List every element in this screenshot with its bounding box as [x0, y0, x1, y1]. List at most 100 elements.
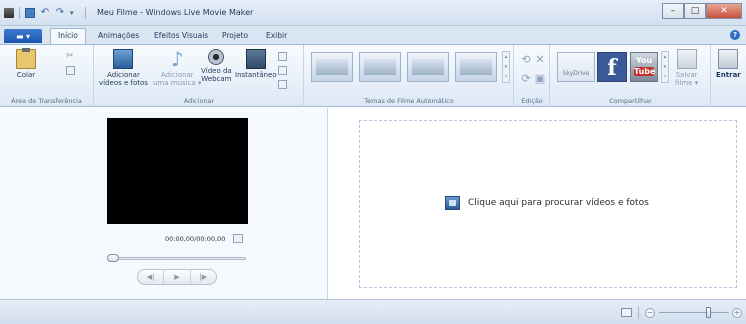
- rotate-left-icon[interactable]: ⟲: [520, 54, 532, 66]
- browse-media-prompt[interactable]: Clique aqui para procurar vídeos e fotos: [445, 196, 649, 210]
- youtube-icon-top: You: [635, 56, 653, 65]
- youtube-icon-bottom: Tube: [634, 67, 656, 76]
- save-movie-label-2: filme: [675, 79, 693, 87]
- app-menu-button[interactable]: ▬ ▾: [4, 29, 42, 43]
- copy-icon[interactable]: [66, 66, 75, 75]
- add-music-label-2: uma música: [153, 79, 196, 87]
- webcam-label-2: Webcam: [201, 75, 232, 83]
- webcam-video-button[interactable]: Vídeo da Webcam: [201, 49, 232, 83]
- help-icon[interactable]: ?: [730, 30, 740, 40]
- skydrive-label: SkyDrive: [562, 70, 590, 77]
- group-edit: ⟲ ✕ ⟳ ▣ Edição: [515, 45, 550, 107]
- save-movie-button[interactable]: Salvar filme ▾: [675, 49, 698, 87]
- paste-button[interactable]: Colar: [16, 48, 36, 79]
- zoom-in-button[interactable]: +: [732, 308, 742, 318]
- add-videos-photos-button[interactable]: Adicionar vídeos e fotos: [99, 49, 148, 87]
- tab-efeitos-visuais[interactable]: Efeitos Visuais: [154, 31, 208, 40]
- add-music-button[interactable]: ♪ Adicionar uma música ▾: [153, 49, 202, 87]
- facebook-icon: f: [607, 55, 617, 81]
- undo-icon[interactable]: ↶: [40, 8, 50, 18]
- quick-access-toolbar: ↶ ↷ ▾: [4, 6, 86, 20]
- save-movie-icon: [676, 49, 697, 69]
- caption-icon[interactable]: [278, 66, 287, 75]
- storyboard-drop-zone[interactable]: Clique aqui para procurar vídeos e fotos: [359, 120, 737, 288]
- window-title: Meu Filme - Windows Live Movie Maker: [97, 8, 254, 17]
- window-controls: – □ ✕: [662, 3, 742, 19]
- add-media-label-2: vídeos e fotos: [99, 79, 148, 87]
- tab-inicio[interactable]: Início: [50, 28, 86, 44]
- sign-in-label: Entrar: [716, 71, 741, 79]
- cut-icon[interactable]: ✂: [66, 52, 75, 61]
- paste-icon: [16, 48, 36, 69]
- browse-media-label: Clique aqui para procurar vídeos e fotos: [468, 198, 649, 208]
- save-movie-label-1: Salvar: [675, 71, 698, 79]
- themes-gallery-scroll[interactable]: ▴ ▾ ▿: [502, 51, 510, 83]
- theme-contemporary[interactable]: [359, 52, 401, 82]
- seek-bar[interactable]: [108, 257, 246, 260]
- youtube-button[interactable]: You Tube: [630, 52, 658, 82]
- thumbnail-size-icon[interactable]: [621, 308, 632, 317]
- theme-default[interactable]: [311, 52, 353, 82]
- group-auto-movie-themes: ▴ ▾ ▿ Temas de Filme Automático: [305, 45, 514, 107]
- status-bar: − +: [0, 299, 746, 324]
- credits-icon[interactable]: [278, 80, 287, 89]
- facebook-button[interactable]: f: [597, 52, 627, 82]
- remove-icon[interactable]: ✕: [534, 54, 546, 66]
- dropdown-arrow-icon: ▾: [694, 79, 699, 87]
- group-add: Adicionar vídeos e fotos ♪ Adicionar uma…: [95, 45, 304, 107]
- webcam-icon: [208, 49, 225, 65]
- skydrive-button[interactable]: SkyDrive: [557, 52, 595, 82]
- next-frame-button[interactable]: |▶: [189, 270, 216, 284]
- qat-customize-icon[interactable]: ▾: [70, 8, 80, 18]
- title-icon[interactable]: [278, 52, 287, 61]
- add-media-icon: [113, 49, 134, 69]
- zoom-slider[interactable]: [659, 312, 729, 313]
- share-group-label: Compartilhar: [609, 97, 652, 105]
- qat-separator: [19, 7, 20, 19]
- snapshot-icon: [245, 49, 266, 69]
- ribbon-tab-row: ▬ ▾ Início Animações Efeitos Visuais Pro…: [0, 26, 746, 44]
- previous-frame-button[interactable]: ◀|: [138, 270, 163, 284]
- zoom-slider-thumb[interactable]: [706, 307, 711, 318]
- theme-fade[interactable]: [407, 52, 449, 82]
- add-media-icon: [445, 196, 460, 210]
- status-separator: [638, 306, 639, 319]
- group-share: SkyDrive f You Tube ▴ ▾ ▿ Salvar filme ▾ C…: [551, 45, 711, 107]
- select-all-icon[interactable]: ▣: [534, 73, 546, 85]
- group-clipboard: Colar ✂ Área de Transferência: [0, 45, 94, 107]
- close-button[interactable]: ✕: [706, 3, 742, 19]
- music-note-icon: ♪: [170, 47, 184, 71]
- fullscreen-preview-icon[interactable]: [233, 234, 243, 243]
- preview-pane: 00:00,00/00:00,00 ◀| ▶ |▶: [0, 108, 328, 299]
- rotate-right-icon[interactable]: ⟳: [520, 73, 532, 85]
- title-bar: ↶ ↷ ▾ Meu Filme - Windows Live Movie Mak…: [0, 0, 746, 26]
- play-button[interactable]: ▶: [163, 270, 189, 284]
- zoom-out-button[interactable]: −: [645, 308, 655, 318]
- tab-projeto[interactable]: Projeto: [222, 31, 248, 40]
- minimize-button[interactable]: –: [662, 3, 684, 19]
- clipboard-group-label: Área de Transferência: [11, 97, 82, 105]
- app-icon[interactable]: [4, 8, 14, 18]
- sign-in-button[interactable]: Entrar: [716, 49, 741, 79]
- redo-icon[interactable]: ↷: [55, 8, 65, 18]
- webcam-label-1: Vídeo da: [201, 67, 232, 75]
- video-preview-screen[interactable]: [107, 118, 248, 224]
- save-icon[interactable]: [25, 8, 35, 18]
- paste-label: Colar: [16, 71, 36, 79]
- playback-controls: ◀| ▶ |▶: [137, 269, 217, 285]
- theme-pan-zoom[interactable]: [455, 52, 497, 82]
- snapshot-button[interactable]: Instantâneo: [235, 49, 277, 79]
- storyboard-pane: Clique aqui para procurar vídeos e fotos: [329, 108, 746, 299]
- tab-animacoes[interactable]: Animações: [98, 31, 139, 40]
- maximize-button[interactable]: □: [684, 3, 706, 19]
- share-gallery-scroll[interactable]: ▴ ▾ ▿: [661, 51, 669, 83]
- add-group-label: Adicionar: [183, 97, 215, 105]
- qat-separator: [85, 7, 86, 19]
- ribbon: Colar ✂ Área de Transferência Adicionar …: [0, 44, 746, 107]
- edit-group-label: Edição: [521, 97, 543, 105]
- add-media-label-1: Adicionar: [107, 71, 140, 79]
- seek-bar-thumb[interactable]: [107, 254, 119, 262]
- snapshot-label: Instantâneo: [235, 71, 277, 79]
- tab-exibir[interactable]: Exibir: [266, 31, 287, 40]
- themes-group-label: Temas de Filme Automático: [364, 97, 454, 105]
